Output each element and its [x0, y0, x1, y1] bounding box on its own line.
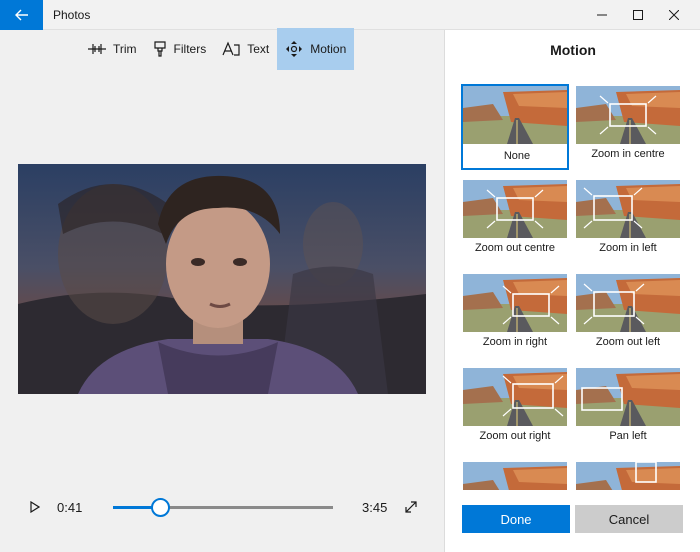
- edit-toolbar: Trim Filters Text Motion: [80, 28, 355, 70]
- seek-slider[interactable]: [113, 498, 333, 517]
- motion-thumbnail-image: [463, 368, 567, 426]
- trim-icon: [88, 44, 106, 54]
- maximize-icon: [633, 10, 643, 20]
- done-button[interactable]: Done: [462, 505, 570, 533]
- motion-option[interactable]: Zoom in right: [461, 272, 569, 358]
- back-button[interactable]: [0, 0, 43, 30]
- text-label: Text: [247, 42, 270, 56]
- motion-option-label: Zoom in centre: [591, 148, 665, 160]
- motion-button[interactable]: Motion: [277, 28, 355, 70]
- motion-thumbnail-image: [463, 274, 567, 332]
- motion-option-label: Zoom in left: [599, 242, 657, 254]
- close-icon: [669, 10, 679, 20]
- motion-option-label: Zoom out centre: [474, 242, 556, 254]
- playback-bar: 0:41 3:45: [0, 492, 444, 522]
- motion-option-label: Pan left: [609, 430, 647, 442]
- motion-option[interactable]: [461, 460, 569, 490]
- text-icon: [222, 41, 240, 56]
- motion-thumbnail-image: [463, 86, 567, 144]
- motion-options-grid: None Zoom in centre Zoom out centre Zoom in…: [461, 84, 686, 490]
- motion-option-label: Zoom out left: [595, 336, 661, 348]
- play-icon: [30, 501, 40, 513]
- total-time: 3:45: [362, 500, 388, 515]
- motion-option-label: None: [503, 150, 531, 162]
- play-button[interactable]: [26, 498, 44, 516]
- motion-thumbnail-image: [576, 86, 680, 144]
- motion-label: Motion: [310, 42, 347, 56]
- filters-button[interactable]: Filters: [145, 28, 215, 70]
- motion-option[interactable]: Zoom out centre: [461, 178, 569, 264]
- motion-option[interactable]: Zoom out left: [574, 272, 682, 358]
- current-time: 0:41: [57, 500, 83, 515]
- motion-thumbnail-image: [576, 368, 680, 426]
- motion-thumbnail-image: [463, 462, 567, 490]
- motion-thumbnail-image: [463, 180, 567, 238]
- motion-thumbnail-image: [576, 462, 680, 490]
- video-preview[interactable]: [18, 164, 426, 394]
- title-bar: Photos: [0, 0, 700, 30]
- motion-option[interactable]: [574, 460, 682, 490]
- filters-icon: [153, 41, 166, 57]
- trim-label: Trim: [113, 42, 137, 56]
- trim-button[interactable]: Trim: [80, 28, 145, 70]
- motion-option[interactable]: Pan left: [574, 366, 682, 452]
- motion-thumbnail-image: [576, 180, 680, 238]
- text-button[interactable]: Text: [214, 28, 277, 70]
- motion-option[interactable]: Zoom in centre: [574, 84, 682, 170]
- editor-area: Trim Filters Text Motion 0:41 3:45: [0, 28, 444, 552]
- panel-title: Motion: [550, 42, 596, 58]
- filters-label: Filters: [173, 42, 207, 56]
- seek-thumb[interactable]: [151, 498, 171, 517]
- fullscreen-button[interactable]: [403, 499, 419, 515]
- motion-option[interactable]: None: [461, 84, 569, 170]
- motion-panel: Motion None Zoom in centre Zoom out centre…: [444, 30, 700, 552]
- minimize-icon: [597, 14, 607, 16]
- motion-thumbnail-image: [576, 274, 680, 332]
- motion-option[interactable]: Zoom in left: [574, 178, 682, 264]
- close-button[interactable]: [652, 0, 696, 30]
- cancel-button[interactable]: Cancel: [575, 505, 683, 533]
- motion-icon: [286, 41, 303, 57]
- expand-icon: [405, 501, 417, 513]
- motion-option-label: Zoom out right: [479, 430, 551, 442]
- app-title: Photos: [53, 8, 91, 22]
- back-arrow-icon: [14, 9, 28, 21]
- motion-option[interactable]: Zoom out right: [461, 366, 569, 452]
- video-frame-image: [18, 164, 426, 394]
- motion-option-label: Zoom in right: [482, 336, 548, 348]
